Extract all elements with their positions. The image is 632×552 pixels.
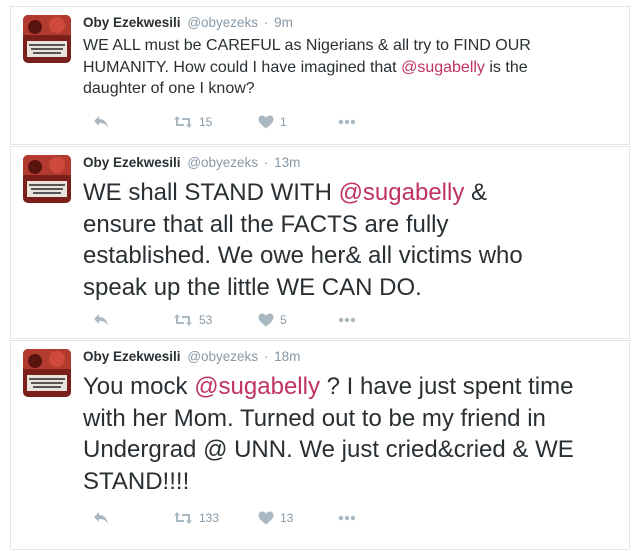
author-name[interactable]: Oby Ezekwesili <box>83 15 181 30</box>
author-name[interactable]: Oby Ezekwesili <box>83 349 181 364</box>
tweet-text-part: WE shall STAND WITH <box>83 179 339 206</box>
more-button[interactable] <box>338 112 356 132</box>
like-count: 13 <box>280 511 294 525</box>
tweet-text: You mock @sugabelly ? I have just spent … <box>83 371 593 497</box>
like-count: 1 <box>280 115 287 129</box>
tweet-header: Oby Ezekwesili @obyezeks · 13m <box>83 155 300 170</box>
separator: · <box>263 15 269 30</box>
timeline: Oby Ezekwesili @obyezeks · 9m WE ALL mus… <box>10 0 630 552</box>
tweet-header: Oby Ezekwesili @obyezeks · 18m <box>83 349 300 364</box>
tweet[interactable]: Oby Ezekwesili @obyezeks · 18m You mock … <box>10 340 630 550</box>
tweet-header: Oby Ezekwesili @obyezeks · 9m <box>83 15 293 30</box>
tweet[interactable]: Oby Ezekwesili @obyezeks · 13m WE shall … <box>10 146 630 339</box>
like-button[interactable]: 5 <box>258 310 287 330</box>
tweet-actions: 53 5 <box>83 310 503 330</box>
tweet-actions: 15 1 <box>83 112 503 132</box>
tweet-text-part: You mock <box>83 373 195 400</box>
separator: · <box>263 349 269 364</box>
retweet-icon <box>174 512 192 524</box>
like-button[interactable]: 1 <box>258 112 287 132</box>
author-name[interactable]: Oby Ezekwesili <box>83 155 181 170</box>
mention-link[interactable]: @sugabelly <box>194 373 320 400</box>
more-icon <box>338 317 356 323</box>
like-button[interactable]: 13 <box>258 508 293 528</box>
tweet[interactable]: Oby Ezekwesili @obyezeks · 9m WE ALL mus… <box>10 6 630 145</box>
retweet-button[interactable]: 53 <box>173 310 212 330</box>
more-icon <box>338 119 356 125</box>
retweet-icon <box>174 314 192 326</box>
reply-button[interactable] <box>93 508 109 528</box>
reply-icon <box>94 314 108 326</box>
reply-button[interactable] <box>93 310 109 330</box>
separator: · <box>263 155 269 170</box>
author-username[interactable]: @obyezeks <box>187 15 258 30</box>
author-username[interactable]: @obyezeks <box>187 155 258 170</box>
tweet-text: WE shall STAND WITH @sugabelly & ensure … <box>83 177 523 303</box>
retweet-button[interactable]: 133 <box>173 508 219 528</box>
more-icon <box>338 515 356 521</box>
retweet-icon <box>174 116 192 128</box>
mention-link[interactable]: @sugabelly <box>401 59 485 76</box>
reply-button[interactable] <box>93 112 109 132</box>
author-username[interactable]: @obyezeks <box>187 349 258 364</box>
retweet-button[interactable]: 15 <box>173 112 212 132</box>
avatar[interactable] <box>23 15 71 63</box>
timestamp[interactable]: 18m <box>274 349 300 364</box>
more-button[interactable] <box>338 508 356 528</box>
tweet-actions: 133 13 <box>83 508 503 528</box>
timestamp[interactable]: 9m <box>274 15 293 30</box>
retweet-count: 53 <box>199 313 213 327</box>
timestamp[interactable]: 13m <box>274 155 300 170</box>
mention-link[interactable]: @sugabelly <box>339 179 465 206</box>
reply-icon <box>94 116 108 128</box>
like-count: 5 <box>280 313 287 327</box>
retweet-count: 15 <box>199 115 213 129</box>
avatar[interactable] <box>23 155 71 203</box>
reply-icon <box>94 512 108 524</box>
retweet-count: 133 <box>199 511 220 525</box>
more-button[interactable] <box>338 310 356 330</box>
heart-icon <box>258 511 274 525</box>
heart-icon <box>258 115 274 129</box>
avatar[interactable] <box>23 349 71 397</box>
tweet-text: WE ALL must be CAREFUL as Nigerians & al… <box>83 35 563 100</box>
heart-icon <box>258 313 274 327</box>
